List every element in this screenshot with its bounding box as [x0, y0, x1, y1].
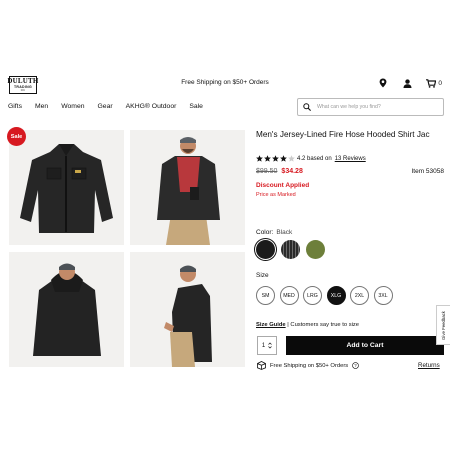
sale-badge: Sale: [7, 127, 26, 146]
price-as-marked-label: Price as Marked: [256, 192, 296, 198]
swatch-stripe[interactable]: [281, 240, 300, 259]
item-number: Item 53058: [411, 168, 444, 175]
size-option-3xl[interactable]: 3XL: [373, 286, 393, 305]
size-label: Size: [256, 272, 269, 279]
add-to-cart-button[interactable]: Add to Cart: [286, 336, 444, 355]
search-input[interactable]: [317, 104, 437, 110]
cart-button[interactable]: 0: [426, 78, 442, 88]
star-full-icon: [264, 155, 271, 162]
size-option-lrg[interactable]: LRG: [303, 286, 322, 305]
logo-line-1: DULUTH: [7, 77, 39, 85]
search-bar: [297, 98, 444, 116]
site-header: DULUTH TRADING CO. Free Shipping on $50+…: [0, 0, 450, 130]
main-nav: Gifts Men Women Gear AKHG® Outdoor Sale: [8, 103, 203, 110]
discount-applied-label: Discount Applied: [256, 182, 310, 189]
size-option-2xl[interactable]: 2XL: [350, 286, 369, 305]
rating-stars: [256, 155, 295, 162]
product-page: DULUTH TRADING CO. Free Shipping on $50+…: [0, 0, 450, 450]
svg-text:?: ?: [354, 363, 357, 368]
give-feedback-label: Give Feedback: [441, 310, 446, 340]
rating-text: 4.2 based on: [297, 155, 332, 162]
swatch-black[interactable]: [256, 240, 275, 259]
original-price: $99.50: [256, 168, 278, 175]
duluth-logo[interactable]: DULUTH TRADING CO.: [7, 76, 39, 94]
size-option-sm[interactable]: SM: [256, 286, 275, 305]
size-options: SM MED LRG XLG 2XL 3XL: [256, 286, 393, 305]
color-swatches: [256, 240, 325, 259]
help-icon[interactable]: ?: [352, 362, 359, 369]
product-image-model-back[interactable]: [9, 252, 124, 367]
location-pin-icon[interactable]: [378, 78, 388, 88]
selected-color-value: Black: [276, 229, 293, 236]
nav-item-men[interactable]: Men: [35, 103, 48, 110]
quantity-selector[interactable]: 1: [257, 336, 277, 355]
give-feedback-tab[interactable]: Give Feedback: [436, 305, 450, 345]
nav-item-gifts[interactable]: Gifts: [8, 103, 22, 110]
star-full-icon: [256, 155, 263, 162]
reviews-link[interactable]: 13 Reviews: [335, 156, 366, 162]
free-shipping-note: Free Shipping on $50+ Orders ?: [257, 361, 359, 370]
logo-line-3: CO.: [20, 89, 26, 92]
nav-item-women[interactable]: Women: [61, 103, 84, 110]
price-block: $99.50 $34.28: [256, 168, 303, 175]
color-label: Color: Black: [256, 229, 292, 236]
star-full-icon: [280, 155, 287, 162]
cart-count: 0: [438, 79, 442, 87]
size-guide-link[interactable]: Size Guide: [256, 322, 286, 328]
product-title: Men's Jersey-Lined Fire Hose Hooded Shir…: [256, 130, 430, 139]
returns-link[interactable]: Returns: [418, 362, 440, 369]
product-image-model-front[interactable]: [130, 130, 245, 245]
size-option-med[interactable]: MED: [279, 286, 299, 305]
promo-banner[interactable]: Free Shipping on $50+ Orders: [160, 79, 290, 86]
quantity-value: 1: [261, 342, 266, 349]
shipping-box-icon: [257, 361, 266, 370]
nav-item-gear[interactable]: Gear: [98, 103, 113, 110]
rating-summary: 4.2 based on 13 Reviews: [256, 155, 366, 162]
quantity-chevron-icon: [268, 342, 272, 349]
size-guide-row: Size Guide | Customers say true to size: [256, 322, 359, 328]
nav-item-sale[interactable]: Sale: [189, 103, 203, 110]
search-icon[interactable]: [303, 103, 311, 111]
nav-item-akhg-outdoor[interactable]: AKHG® Outdoor: [126, 103, 177, 110]
free-shipping-text: Free Shipping on $50+ Orders: [270, 362, 349, 369]
user-icon[interactable]: [402, 78, 412, 88]
product-image-front[interactable]: [9, 130, 124, 245]
cart-icon: [426, 78, 437, 88]
size-option-xlg[interactable]: XLG: [326, 286, 346, 305]
star-full-icon: [272, 155, 279, 162]
header-icons: 0: [378, 78, 442, 88]
color-label-text: Color:: [256, 229, 274, 236]
size-fit-note: | Customers say true to size: [287, 322, 360, 328]
swatch-olive[interactable]: [306, 240, 325, 259]
star-empty-icon: [288, 155, 295, 162]
sale-price: $34.28: [281, 168, 303, 175]
product-image-model-side[interactable]: [130, 252, 245, 367]
